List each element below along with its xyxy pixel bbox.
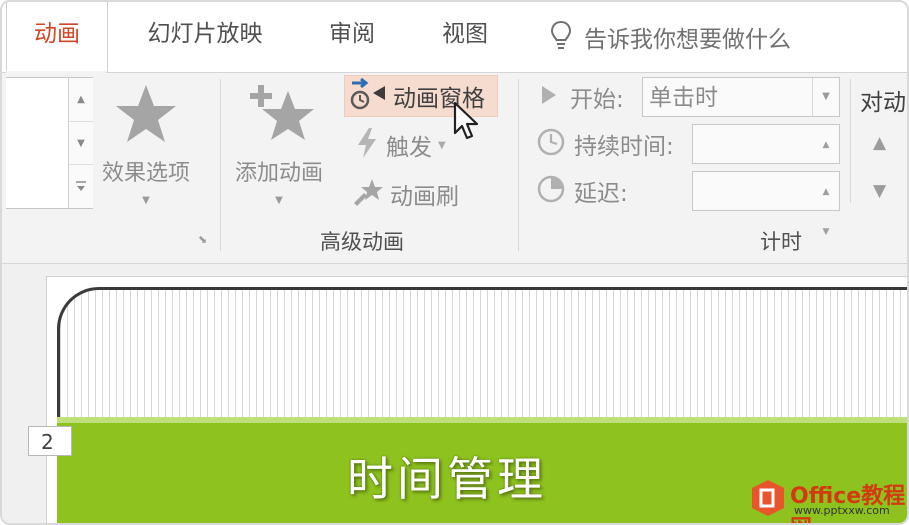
chevron-down-icon: ▼ (142, 195, 150, 206)
delay-label: 延迟: (574, 181, 628, 207)
spinner-arrows-icon[interactable]: ▲▼ (813, 125, 839, 190)
add-animation-button[interactable]: 添加动画 ▼ (235, 83, 323, 206)
duration-label: 持续时间: (574, 134, 674, 160)
slide-band-highlight (57, 417, 907, 423)
tab-review[interactable]: 审阅 (317, 2, 387, 72)
dialog-launcher-icon[interactable]: ⬊ (198, 233, 207, 246)
duration-row: 持续时间: (536, 124, 674, 164)
gallery-scrollbar: ▲ ▼ (68, 78, 93, 208)
animation-painter-icon (352, 177, 384, 211)
reorder-animation-label: 对动 (860, 90, 906, 116)
ribbon-animations: ▲ ▼ 效果选项 ▼ ⬊ 添加动画 ▼ 动画窗格 触发 ▼ 动画刷 高级动画 开… (2, 73, 907, 263)
start-label: 开始: (570, 87, 624, 113)
chevron-down-icon: ▼ (438, 139, 446, 151)
watermark-brand: Office教程网 (790, 484, 906, 523)
ribbon-tab-bar: 动画 幻灯片放映 审阅 视图 告诉我你想要做什么 (2, 2, 907, 72)
duration-spinner[interactable]: ▲▼ (692, 124, 840, 190)
move-earlier-icon[interactable]: ▲ (873, 133, 886, 153)
animation-pane-icon (349, 77, 387, 115)
lightbulb-icon (550, 20, 572, 54)
slide-stripe-header (57, 287, 907, 420)
gallery-more-button[interactable] (69, 164, 93, 208)
gallery-scroll-up-button[interactable]: ▲ (69, 78, 93, 121)
trigger-button[interactable]: 触发 ▼ (354, 125, 446, 165)
effect-options-label: 效果选项 (102, 161, 191, 186)
add-animation-label: 添加动画 (235, 161, 324, 186)
play-icon (536, 82, 562, 112)
animation-painter-button[interactable]: 动画刷 (352, 174, 459, 214)
watermark-logo: Office教程网 www.pptxxw.com (746, 476, 906, 523)
timing-group-label: 计时 (760, 230, 802, 254)
group-separator (518, 79, 519, 251)
start-select[interactable]: 单击时 ▼ (642, 77, 840, 117)
animation-gallery[interactable]: ▲ ▼ (6, 77, 93, 209)
tell-me-placeholder: 告诉我你想要做什么 (584, 27, 791, 53)
delay-row: 延迟: (536, 171, 628, 211)
tab-view[interactable]: 视图 (430, 2, 500, 72)
start-row: 开始: (536, 77, 624, 117)
group-separator (850, 79, 851, 203)
spinner-arrows-icon[interactable]: ▲▼ (813, 172, 839, 237)
slide-title[interactable]: 时间管理 (347, 443, 547, 509)
clock-icon (536, 127, 566, 161)
tell-me-search[interactable]: 告诉我你想要做什么 (550, 2, 791, 72)
watermark-url: www.pptxxw.com (794, 504, 890, 517)
slide-number: 2 (28, 426, 72, 456)
chevron-down-icon[interactable]: ▼ (812, 78, 839, 116)
star-plus-icon (236, 83, 322, 149)
gallery-scroll-down-button[interactable]: ▼ (69, 121, 93, 165)
tab-animations[interactable]: 动画 (6, 2, 108, 72)
advanced-animation-group-label: 高级动画 (320, 230, 404, 254)
office-logo-icon (752, 480, 784, 516)
chevron-down-icon: ▼ (275, 195, 283, 206)
animation-painter-label: 动画刷 (390, 184, 459, 210)
mouse-cursor-icon (452, 101, 482, 147)
trigger-label: 触发 (386, 135, 432, 161)
delay-clock-icon (536, 174, 566, 208)
effect-options-button[interactable]: 效果选项 ▼ (102, 83, 190, 206)
lightning-icon (354, 127, 380, 163)
move-later-icon[interactable]: ▼ (873, 181, 886, 201)
powerpoint-window: 动画 幻灯片放映 审阅 视图 告诉我你想要做什么 ▲ ▼ 效果选项 ▼ ⬊ 添加… (0, 0, 909, 525)
star-icon (114, 83, 178, 149)
active-tab-connector (6, 71, 106, 74)
tab-slideshow[interactable]: 幻灯片放映 (130, 2, 280, 72)
group-separator (220, 79, 221, 251)
delay-spinner[interactable]: ▲ ▼ (692, 171, 840, 237)
start-select-value: 单击时 (649, 85, 718, 111)
